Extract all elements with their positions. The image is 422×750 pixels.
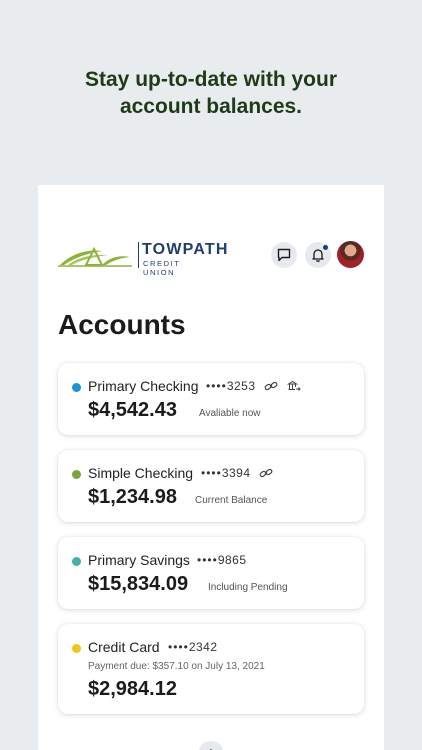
marketing-headline: Stay up-to-date with your account balanc…: [0, 66, 422, 120]
account-name: Primary Savings: [88, 552, 190, 568]
notifications-button[interactable]: [305, 242, 331, 268]
account-color-dot: [72, 470, 81, 479]
towpath-logo[interactable]: TOWPATH CREDIT UNION: [58, 241, 227, 277]
account-card-primary-savings[interactable]: Primary Savings ••••9865 $15,834.09 Incl…: [58, 537, 364, 609]
account-color-dot: [72, 383, 81, 392]
account-card-primary-checking[interactable]: Primary Checking ••••3253 $4,542.43 Aval…: [58, 363, 364, 435]
add-account-button[interactable]: [198, 741, 224, 750]
phone-screen: TOWPATH CREDIT UNION Accounts Primary Ch…: [38, 185, 384, 750]
headline-line-1: Stay up-to-date with your: [85, 68, 337, 91]
account-number-mask: ••••3394: [201, 466, 251, 480]
account-number-mask: ••••3253: [206, 379, 256, 393]
link-icon[interactable]: [264, 379, 278, 393]
chat-icon: [277, 248, 291, 262]
app-header: TOWPATH CREDIT UNION: [38, 241, 384, 277]
balance-label: Including Pending: [208, 582, 288, 593]
notification-badge: [322, 244, 329, 251]
account-balance: $1,234.98: [88, 486, 177, 508]
account-color-dot: [72, 644, 81, 653]
brand-subtitle: CREDIT UNION: [143, 259, 181, 277]
link-icon[interactable]: [259, 466, 273, 480]
account-name: Credit Card: [88, 639, 160, 655]
account-card-credit-card[interactable]: Credit Card ••••2342 Payment due: $357.1…: [58, 624, 364, 714]
brand-name: TOWPATH: [142, 241, 229, 258]
payment-due-text: Payment due: $357.10 on July 13, 2021: [88, 661, 265, 672]
balance-label: Current Balance: [195, 495, 268, 506]
account-name: Primary Checking: [88, 378, 199, 394]
account-balance: $15,834.09: [88, 573, 189, 595]
leaf-logo-icon: [58, 246, 132, 267]
account-color-dot: [72, 557, 81, 566]
page-title: Accounts: [58, 309, 186, 340]
account-name: Simple Checking: [88, 465, 194, 481]
balance-label: Avaliable now: [199, 408, 261, 419]
account-balance: $4,542.43: [88, 399, 177, 421]
account-number-mask: ••••9865: [197, 553, 247, 567]
headline-line-2: account balances.: [119, 95, 303, 118]
logo-divider: [138, 242, 139, 268]
account-card-simple-checking[interactable]: Simple Checking ••••3394 $1,234.98 Curre…: [58, 450, 364, 522]
bank-transfer-icon[interactable]: [287, 379, 301, 393]
account-number-mask: ••••2342: [168, 640, 218, 654]
avatar[interactable]: [337, 241, 364, 268]
account-balance: $2,984.12: [88, 678, 177, 700]
messages-button[interactable]: [271, 242, 297, 268]
